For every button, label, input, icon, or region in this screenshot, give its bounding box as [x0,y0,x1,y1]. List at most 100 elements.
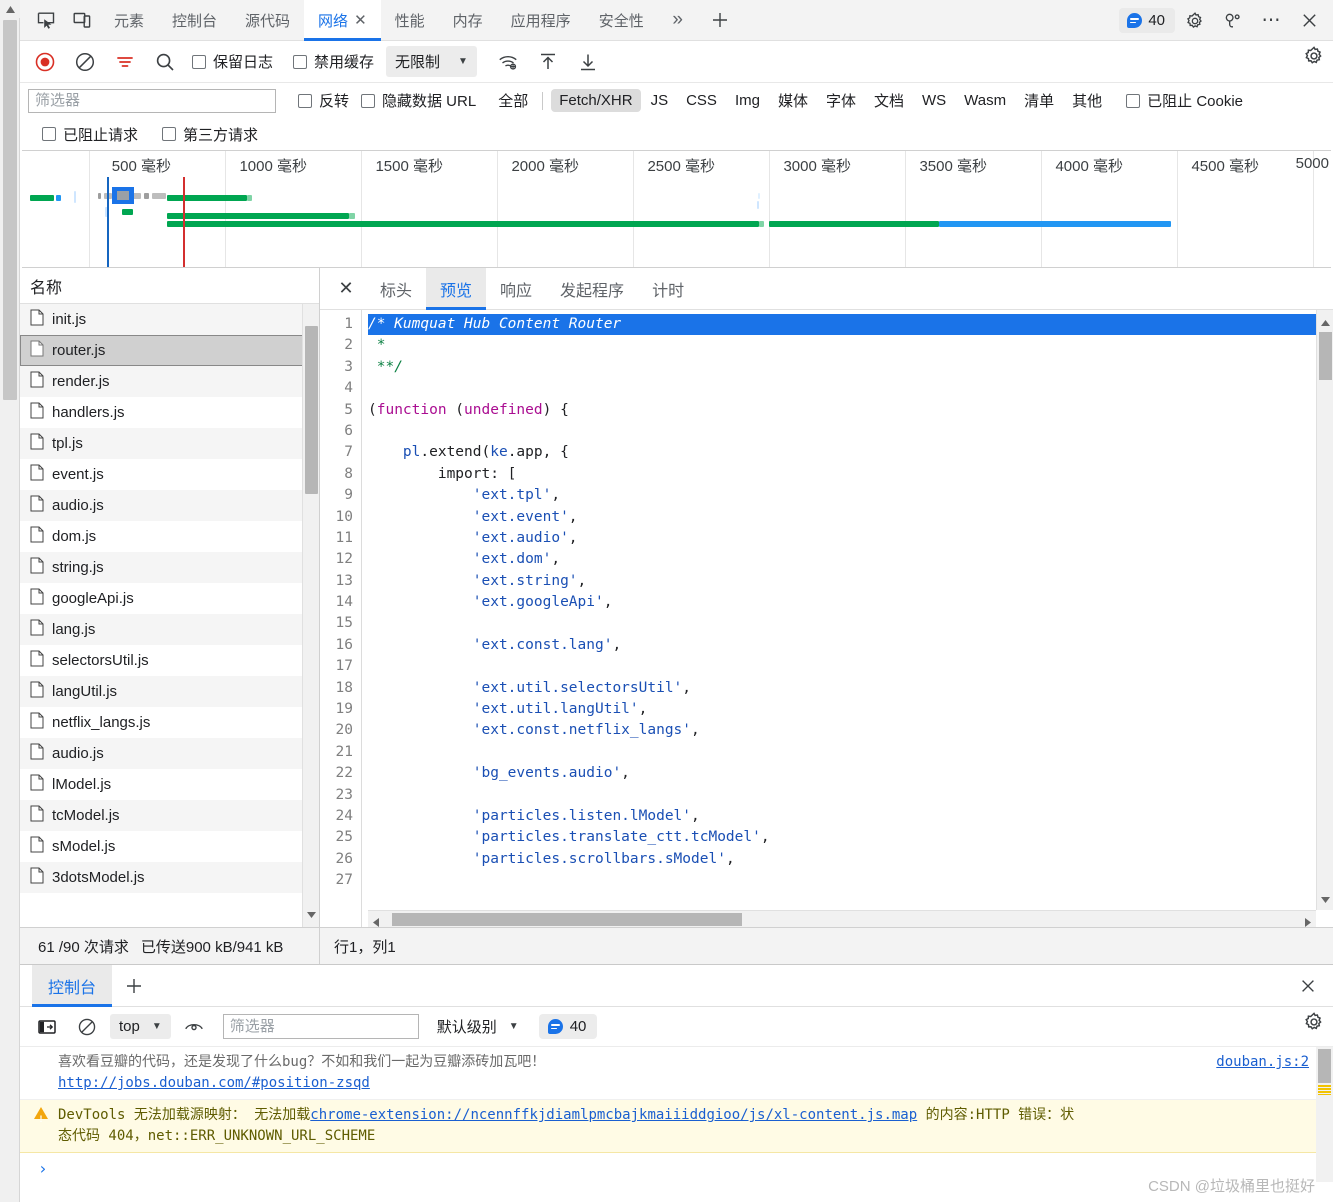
blocked-cookies-checkbox[interactable]: 已阻止 Cookie [1126,90,1243,111]
code-vertical-scrollbar[interactable] [1316,310,1333,910]
code-line[interactable] [368,785,1333,806]
code-line[interactable]: 'particles.translate_ctt.tcModel', [368,827,1333,848]
tab-timing[interactable]: 计时 [638,268,698,310]
tab-performance[interactable]: 性能 [381,0,439,41]
code-horizontal-scrollbar[interactable] [368,910,1316,927]
filter-type-manifest[interactable]: 清单 [1016,87,1062,114]
scroll-up-arrow-icon[interactable] [1317,314,1333,331]
table-row[interactable]: langUtil.js [20,676,319,707]
code-line[interactable]: 'ext.audio', [368,528,1333,549]
code-line[interactable]: 'bg_events.audio', [368,763,1333,784]
console-scrollbar[interactable] [1316,1047,1333,1182]
code-content[interactable]: /* Kumquat Hub Content Router * **/ (fun… [362,310,1333,927]
code-line[interactable]: 'particles.scrollbars.sModel', [368,849,1333,870]
console-message-source[interactable]: douban.js:2 [1216,1052,1309,1073]
filter-type-ws[interactable]: WS [914,89,954,112]
console-settings-icon[interactable] [1303,1011,1325,1036]
code-line[interactable]: pl.extend(ke.app, { [368,442,1333,463]
code-line[interactable] [368,378,1333,399]
table-row[interactable]: render.js [20,366,319,397]
code-line[interactable] [368,870,1333,891]
close-devtools-icon[interactable] [1291,3,1327,39]
page-scrollbar-thumb[interactable] [3,20,17,400]
code-line[interactable] [368,613,1333,634]
table-row[interactable]: handlers.js [20,397,319,428]
code-hscroll-thumb[interactable] [392,913,742,926]
filter-type-fetch-xhr[interactable]: Fetch/XHR [551,89,641,112]
tab-console[interactable]: 控制台 [158,0,231,41]
code-line[interactable]: 'ext.const.lang', [368,635,1333,656]
tab-preview[interactable]: 预览 [426,267,487,310]
tab-elements[interactable]: 元素 [100,0,158,41]
request-rows[interactable]: init.js router.js render.js handlers.js … [20,304,319,927]
table-row[interactable]: audio.js [20,490,319,521]
console-warn-link[interactable]: chrome-extension://ncennffkjdiamlpmcbajk… [310,1107,917,1123]
console-info-link[interactable]: http://jobs.douban.com/#position-zsqd [58,1075,370,1091]
record-button[interactable] [28,45,62,79]
console-scroll-thumb[interactable] [1318,1049,1331,1083]
tab-network-close-icon[interactable]: ✕ [354,13,367,28]
clear-button[interactable] [68,45,102,79]
filter-type-doc[interactable]: 文档 [866,87,912,114]
console-level-select[interactable]: 默认级别 ▼ [437,1016,519,1037]
table-row[interactable]: tpl.js [20,428,319,459]
tab-response[interactable]: 响应 [486,268,546,310]
network-conditions-icon[interactable] [491,45,525,79]
code-line[interactable]: 'ext.string', [368,571,1333,592]
code-line[interactable]: 'ext.event', [368,507,1333,528]
table-row[interactable]: audio.js [20,738,319,769]
table-row[interactable]: event.js [20,459,319,490]
code-line[interactable]: 'ext.dom', [368,549,1333,570]
code-line[interactable]: * [368,335,1333,356]
table-row[interactable]: netflix_langs.js [20,707,319,738]
scroll-left-arrow-icon[interactable] [373,915,379,927]
code-line[interactable]: /* Kumquat Hub Content Router [368,314,1333,336]
console-messages[interactable]: 喜欢看豆瓣的代码，还是发现了什么bug？不如和我们一起为豆瓣添砖加瓦吧！ htt… [20,1047,1333,1182]
filter-type-wasm[interactable]: Wasm [956,89,1014,112]
more-options-icon[interactable]: ⋯ [1253,3,1289,39]
table-row[interactable]: dom.js [20,521,319,552]
export-har-icon[interactable] [571,45,605,79]
tab-application[interactable]: 应用程序 [497,0,585,41]
tab-security[interactable]: 安全性 [585,0,658,41]
code-line[interactable] [368,656,1333,677]
filter-type-other[interactable]: 其他 [1064,87,1110,114]
scroll-up-arrow-icon[interactable] [0,0,20,18]
code-scroll-thumb[interactable] [1319,332,1332,380]
detail-close-icon[interactable]: ✕ [326,268,366,310]
table-row[interactable]: string.js [20,552,319,583]
drawer-close-icon[interactable] [1293,971,1323,1001]
code-line[interactable]: 'ext.const.netflix_langs', [368,720,1333,741]
code-line[interactable] [368,742,1333,763]
scroll-right-arrow-icon[interactable] [1305,915,1311,927]
dock-position-icon[interactable] [1215,3,1251,39]
filter-type-media[interactable]: 媒体 [770,87,816,114]
network-filter-input[interactable] [28,88,276,113]
tab-memory[interactable]: 内存 [439,0,497,41]
settings-gear-icon[interactable] [1177,3,1213,39]
table-row[interactable]: tcModel.js [20,800,319,831]
code-line[interactable] [368,421,1333,442]
console-sidebar-icon[interactable] [30,1010,64,1044]
page-scrollbar[interactable] [0,0,20,1202]
request-list-header[interactable]: 名称 [20,268,319,304]
code-viewer[interactable]: 1 2 3 4 5 6 7 8 9 10 11 12 13 14 15 16 17 18 19 20 21 22 23 24 2… [320,310,1333,927]
overview-selection-box[interactable] [112,187,134,204]
console-issues-badge[interactable]: 40 [538,1014,598,1039]
table-row[interactable]: lang.js [20,614,319,645]
request-list-scrollbar[interactable] [302,304,319,927]
tab-initiator[interactable]: 发起程序 [546,268,638,310]
import-har-icon[interactable] [531,45,565,79]
filter-type-css[interactable]: CSS [678,89,725,112]
disable-cache-checkbox[interactable]: 禁用缓存 [293,51,374,72]
invert-checkbox[interactable]: 反转 [298,90,349,111]
search-icon[interactable] [148,45,182,79]
tab-headers[interactable]: 标头 [366,268,426,310]
third-party-checkbox[interactable]: 第三方请求 [162,124,258,145]
throttle-select[interactable]: 无限制 ▼ [386,46,477,77]
table-row[interactable]: router.js [20,335,319,366]
drawer-tab-console[interactable]: 控制台 [32,964,113,1007]
filter-type-all[interactable]: 全部 [490,87,536,114]
filter-toggle-icon[interactable] [108,45,142,79]
tab-network[interactable]: 网络 ✕ [304,0,381,41]
